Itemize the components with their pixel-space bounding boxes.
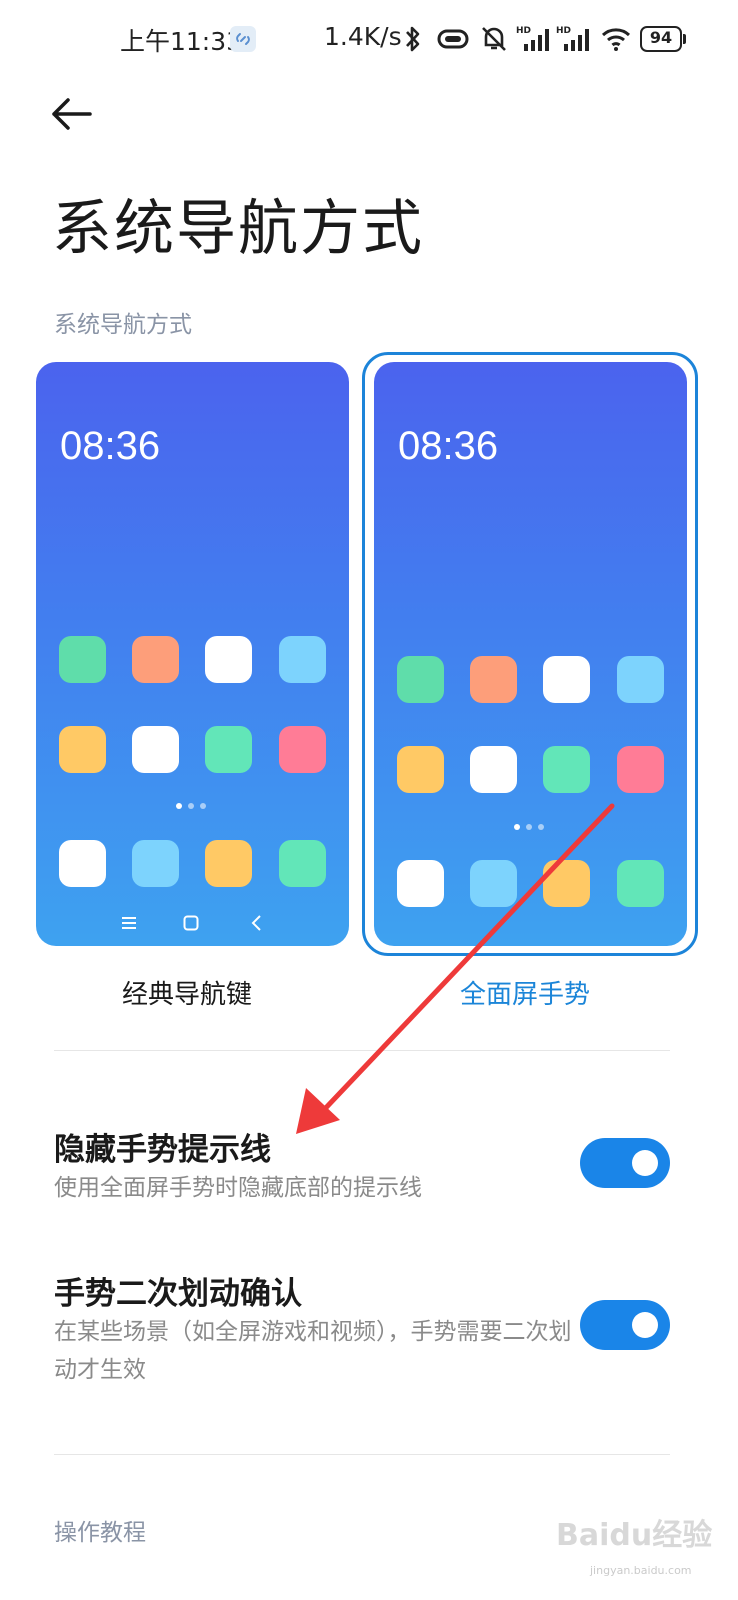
vibrate-icon — [437, 29, 469, 49]
divider — [54, 1454, 670, 1455]
divider — [54, 1050, 670, 1051]
status-bar: 上午11:33 1.4K/s HD HD 94 — [0, 0, 738, 80]
phone-preview-classic: 08:36 — [36, 362, 349, 946]
phone-preview-gesture: 08:36 — [374, 362, 687, 946]
watermark-logo: Baidu经验 — [556, 1518, 713, 1553]
app-icon — [279, 726, 326, 773]
toggle-knob — [632, 1150, 658, 1176]
arrow-left-icon — [52, 98, 92, 130]
signal-hd-2-icon: HD — [556, 26, 589, 51]
svg-text:HD: HD — [556, 26, 571, 36]
app-icon — [617, 860, 664, 907]
app-icon — [279, 840, 326, 887]
caption-classic: 经典导航键 — [122, 980, 253, 1010]
app-icon — [205, 840, 252, 887]
watermark-url: jingyan.baidu.com — [590, 1564, 692, 1577]
nav-option-gesture[interactable]: 08:36 — [374, 362, 687, 946]
app-icon — [397, 860, 444, 907]
battery-level: 94 — [649, 28, 673, 47]
back-key-icon — [251, 915, 261, 931]
app-icon — [132, 636, 179, 683]
app-icon — [397, 746, 444, 793]
app-icon — [279, 636, 326, 683]
setting-title: 手势二次划动确认 — [54, 1276, 302, 1312]
app-icon — [205, 726, 252, 773]
app-icon — [543, 746, 590, 793]
preview-clock: 08:36 — [60, 424, 161, 468]
bluetooth-icon — [406, 26, 420, 52]
mute-icon — [482, 27, 506, 51]
menu-icon — [122, 917, 136, 929]
toggle-knob — [632, 1312, 658, 1338]
app-icon — [205, 636, 252, 683]
app-icon — [59, 840, 106, 887]
double-swipe-toggle[interactable] — [580, 1300, 670, 1350]
nav-option-classic[interactable]: 08:36 — [36, 362, 349, 946]
app-icon — [470, 746, 517, 793]
app-icon — [470, 860, 517, 907]
setting-description: 在某些场景（如全屏游戏和视频），手势需要二次划动才生效 — [54, 1319, 572, 1383]
hide-hint-toggle[interactable] — [580, 1138, 670, 1188]
link-icon — [230, 26, 256, 52]
preview-clock: 08:36 — [398, 424, 499, 468]
app-icon — [132, 840, 179, 887]
caption-gesture: 全面屏手势 — [460, 980, 591, 1010]
app-icon — [397, 656, 444, 703]
status-time: 上午11:33 — [120, 27, 243, 56]
svg-text:HD: HD — [516, 26, 531, 36]
status-speed: 1.4K/s — [324, 22, 402, 51]
page-dots — [514, 824, 544, 830]
battery-icon: 94 — [640, 26, 686, 52]
app-icon — [59, 636, 106, 683]
tutorial-label: 操作教程 — [54, 1520, 146, 1546]
signal-hd-1-icon: HD — [516, 26, 549, 51]
page-dots — [176, 803, 206, 809]
app-icon — [59, 726, 106, 773]
page-title: 系统导航方式 — [52, 194, 424, 264]
app-icon — [543, 656, 590, 703]
app-icon — [132, 726, 179, 773]
section-label: 系统导航方式 — [54, 312, 192, 338]
wifi-icon — [601, 28, 631, 51]
back-button[interactable] — [40, 88, 104, 140]
setting-title: 隐藏手势提示线 — [54, 1132, 271, 1168]
app-icon — [617, 746, 664, 793]
home-icon — [183, 915, 199, 931]
setting-description: 使用全面屏手势时隐藏底部的提示线 — [54, 1175, 422, 1201]
app-icon — [543, 860, 590, 907]
app-icon — [470, 656, 517, 703]
app-icon — [617, 656, 664, 703]
